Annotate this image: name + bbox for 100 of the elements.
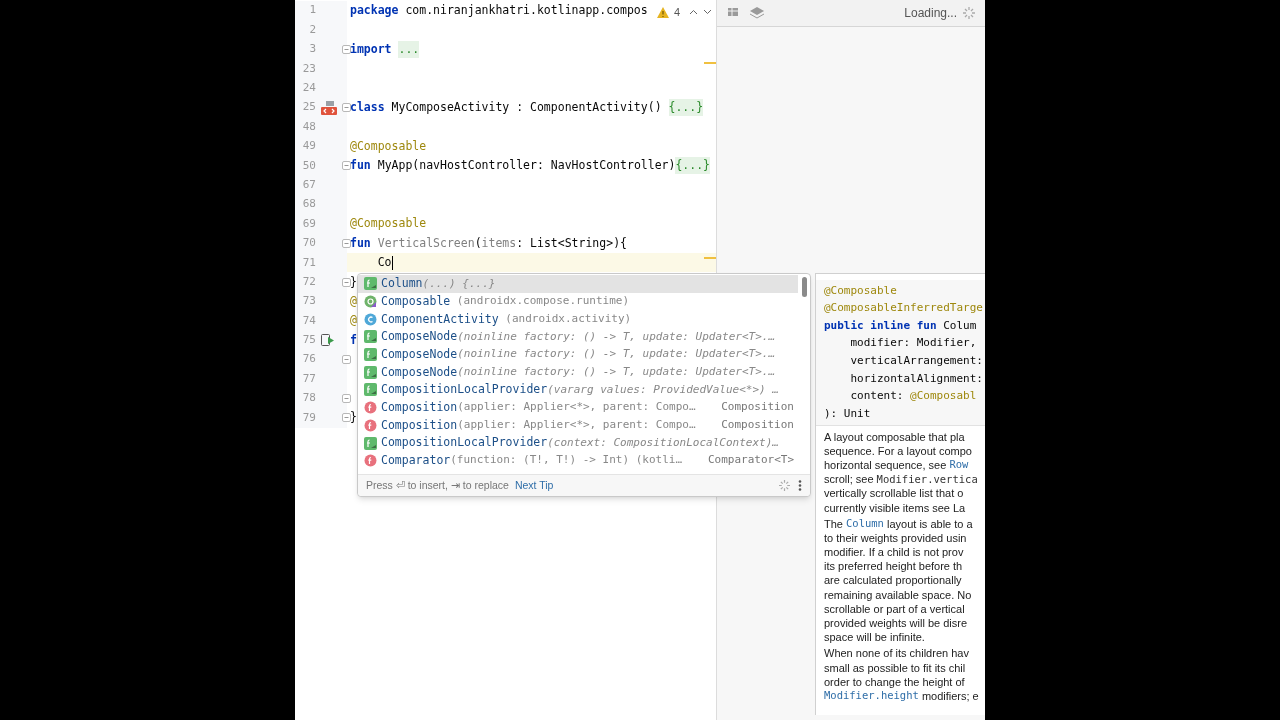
completion-item[interactable]: Comparator(function: (T!, T!) -> Int) (kotli… Comparator<T> — [358, 451, 798, 470]
code-token: @Composabl — [910, 388, 977, 405]
completion-item[interactable]: ComposeNode(noinline factory: () -> T, update: Updater<T>.… — [358, 345, 798, 364]
doc-text: modifiers; e — [920, 688, 979, 704]
line-number: 70 — [301, 235, 316, 252]
line-number: 49 — [301, 138, 316, 155]
code-token: } — [350, 409, 357, 427]
inline-code: Modifier.vertica — [876, 471, 978, 487]
completion-item[interactable]: CompositionLocalProvider(context: CompositionLocalContext)… — [358, 434, 798, 452]
code-token: {...} — [668, 99, 704, 117]
line-number: 2 — [308, 21, 316, 38]
more-options-icon[interactable] — [798, 480, 802, 491]
item-name: Composable — [381, 292, 451, 310]
class-icon — [364, 312, 377, 326]
completion-item[interactable]: ComposeNode(noinline factory: () -> T, update: Updater<T>.… — [358, 363, 798, 382]
item-name: ComposeNode — [381, 345, 458, 363]
composable-function-icon — [364, 436, 377, 450]
line-number: 68 — [301, 196, 316, 213]
doc-link[interactable]: Modifier.height — [824, 688, 919, 705]
completion-item[interactable]: CompositionLocalProvider(vararg values: ProvidedValue<*>) … — [358, 381, 798, 399]
fold-icon[interactable] — [342, 238, 351, 248]
composable-function-icon — [364, 365, 377, 379]
code-token: } — [350, 273, 357, 291]
doc-text: The — [824, 516, 844, 532]
run-device-icon[interactable] — [321, 334, 335, 347]
doc-link[interactable]: Column — [846, 516, 884, 532]
warning-icon[interactable] — [656, 6, 669, 18]
code-token: @Composable — [350, 215, 427, 233]
completion-item[interactable]: ComposeNode(noinline factory: () -> T, update: Updater<T>.… — [358, 328, 798, 346]
composable-function-icon — [364, 277, 377, 291]
doc-text: currently visible items see La — [824, 500, 966, 516]
doc-text: provided weights will be disre — [824, 616, 968, 632]
chevron-down-icon[interactable] — [703, 9, 712, 16]
item-signature: (function: (T!, T!) -> Int) (kotli… — [450, 452, 683, 469]
completion-item[interactable]: Composable (androidx.compose.runtime) — [358, 292, 798, 311]
line-number: 1 — [308, 2, 316, 19]
item-name: ComposeNode — [381, 328, 458, 346]
item-type: Composition — [721, 399, 794, 416]
line-number: 50 — [301, 157, 316, 174]
warning-count[interactable]: 4 — [673, 4, 680, 21]
doc-text: its preferred height before th — [824, 559, 963, 575]
chevron-up-icon[interactable] — [689, 9, 698, 16]
composable-function-icon — [364, 330, 377, 344]
code-token: verticalArrangement: — [849, 352, 983, 369]
code-token: import — [350, 40, 393, 58]
line-number: 73 — [301, 293, 316, 310]
fold-icon[interactable] — [342, 413, 351, 423]
fold-icon[interactable] — [342, 355, 351, 365]
warning-marker[interactable] — [704, 257, 716, 259]
code-token: ... — [398, 40, 420, 59]
code-token: @Composable — [824, 282, 897, 299]
layout-icon[interactable] — [727, 7, 741, 19]
code-token: MyComposeActivity : ComponentActivity() — [391, 99, 663, 116]
fold-icon[interactable] — [342, 103, 351, 113]
doc-text: space will be infinite. — [824, 630, 925, 646]
scrollbar-thumb[interactable] — [802, 277, 807, 297]
layers-icon[interactable] — [749, 6, 765, 20]
completion-item[interactable]: Composition(applier: Applier<*>, parent: Compo… Composition — [358, 416, 798, 435]
code-token: com.niranjankhatri.kotlinapp.compos — [405, 2, 648, 20]
fold-icon[interactable] — [342, 394, 351, 403]
code-token: Colum — [943, 317, 977, 334]
warning-marker[interactable] — [704, 62, 716, 64]
code-token: @Composable — [350, 137, 427, 155]
fold-icon[interactable] — [342, 44, 351, 54]
loading-status: Loading... — [904, 5, 957, 22]
doc-text: modifier. If a child is not prov — [824, 545, 964, 561]
code-token: ): Unit — [824, 405, 871, 422]
item-name: Composition — [381, 416, 458, 434]
item-name: CompositionLocalProvider — [381, 381, 548, 399]
next-tip-link[interactable]: Next Tip — [514, 477, 554, 494]
doc-text: horizontal sequence, see — [824, 457, 948, 473]
item-signature: (context: CompositionLocalContext)… — [547, 434, 779, 451]
completion-item[interactable]: Column(...) {...} — [358, 275, 798, 293]
line-number: 79 — [301, 409, 316, 426]
doc-text: small as possible to fit its chil — [824, 660, 966, 676]
line-number: 71 — [301, 254, 316, 271]
preview-icon[interactable] — [321, 100, 337, 115]
completion-item[interactable]: Composition(applier: Applier<*>, parent: Compo… Composition — [358, 398, 798, 417]
doc-text: When none of its children hav — [824, 646, 969, 662]
line-number: 72 — [301, 273, 316, 290]
line-number: 3 — [308, 41, 316, 58]
item-name: CompositionLocalProvider — [381, 434, 548, 452]
fold-icon[interactable] — [342, 277, 351, 287]
function-icon — [364, 418, 377, 432]
code-token: horizontalAlignment: — [849, 370, 983, 387]
line-number: 78 — [301, 390, 316, 407]
composable-function-icon — [364, 383, 377, 397]
completion-item[interactable]: ComponentActivity (androidx.activity) — [358, 310, 798, 329]
code-token: VerticalScreen — [377, 234, 475, 252]
doc-text: A layout composable that pla — [824, 429, 965, 445]
item-signature: (androidx.compose.runtime) — [455, 293, 630, 310]
line-number: 69 — [301, 215, 316, 232]
spinner-icon — [779, 480, 790, 491]
doc-text: layout is able to a — [886, 516, 973, 532]
doc-link[interactable]: Row — [949, 457, 969, 474]
code-token: content: — [849, 388, 905, 405]
item-signature: (...) {...} — [422, 275, 496, 292]
line-number: 76 — [301, 351, 316, 368]
fold-icon[interactable] — [342, 161, 351, 171]
code-token: Co — [376, 254, 392, 272]
